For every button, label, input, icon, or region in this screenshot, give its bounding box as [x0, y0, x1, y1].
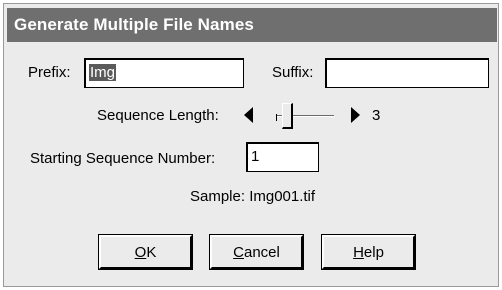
title-bar: Generate Multiple File Names	[7, 8, 497, 42]
sequence-length-value: 3	[372, 107, 381, 124]
right-arrow-icon[interactable]	[351, 107, 360, 123]
suffix-input[interactable]	[325, 58, 489, 88]
cancel-button[interactable]: Cancel	[209, 234, 304, 270]
left-arrow-icon[interactable]	[244, 107, 253, 123]
slider-tick	[276, 114, 277, 121]
prefix-input-value: Img	[89, 64, 117, 81]
starting-number-input[interactable]: 1	[246, 142, 319, 172]
ok-button[interactable]: OK	[98, 234, 193, 270]
sequence-length-label: Sequence Length:	[97, 107, 219, 124]
prefix-label: Prefix:	[28, 64, 71, 81]
cancel-mnemonic: C	[233, 243, 244, 261]
sample-text: Sample: Img001.tif	[190, 188, 316, 205]
help-mnemonic: H	[353, 243, 364, 261]
ok-label-rest: K	[146, 243, 157, 261]
starting-number-label: Starting Sequence Number:	[30, 150, 216, 167]
suffix-label: Suffix:	[272, 64, 314, 81]
prefix-input[interactable]: Img	[84, 58, 244, 88]
ok-mnemonic: O	[134, 243, 147, 261]
sequence-length-thumb[interactable]	[282, 103, 293, 129]
cancel-label-rest: ancel	[243, 243, 280, 261]
help-button[interactable]: Help	[321, 234, 416, 270]
help-label-rest: elp	[363, 243, 384, 261]
